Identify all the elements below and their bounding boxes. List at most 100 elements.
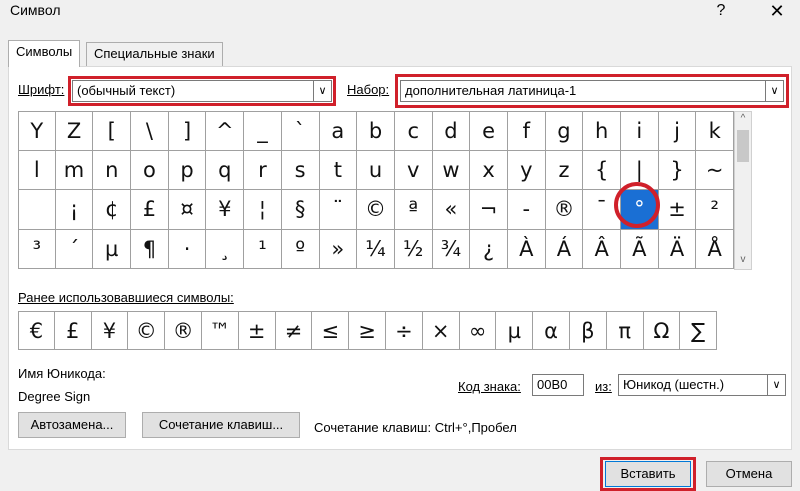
- symbol-cell[interactable]: £: [131, 190, 169, 230]
- symbol-cell[interactable]: À: [507, 229, 546, 269]
- recent-symbol-cell[interactable]: α: [533, 311, 570, 350]
- recent-symbol-cell[interactable]: ™: [201, 311, 239, 350]
- insert-button[interactable]: Вставить: [605, 461, 691, 487]
- symbol-cell[interactable]: w: [432, 150, 471, 190]
- recent-symbol-cell[interactable]: ∞: [459, 311, 497, 350]
- symbol-cell[interactable]: ³: [18, 229, 56, 269]
- symbol-cell[interactable]: ]: [168, 111, 207, 151]
- symbol-cell[interactable]: b: [357, 111, 395, 151]
- symbol-grid-scrollbar[interactable]: ^ v: [734, 111, 752, 270]
- symbol-cell[interactable]: »: [319, 229, 358, 269]
- symbol-cell[interactable]: }: [658, 150, 697, 190]
- tab-special-characters[interactable]: Специальные знаки: [86, 42, 223, 66]
- symbol-cell[interactable]: ¾: [432, 229, 471, 269]
- shortcut-key-button[interactable]: Сочетание клавиш...: [142, 412, 300, 438]
- symbol-cell[interactable]: «: [432, 190, 471, 230]
- symbol-cell[interactable]: Ä: [658, 229, 697, 269]
- recent-symbol-cell[interactable]: µ: [496, 311, 534, 350]
- symbol-cell[interactable]: ²: [696, 190, 735, 230]
- chevron-down-icon[interactable]: ∨: [765, 81, 783, 101]
- recent-symbol-cell[interactable]: £: [54, 311, 92, 350]
- symbol-cell[interactable]: ¼: [357, 229, 395, 269]
- symbol-cell[interactable]: d: [432, 111, 471, 151]
- symbol-cell[interactable]: µ: [93, 229, 132, 269]
- symbol-cell[interactable]: Á: [545, 229, 584, 269]
- recent-symbol-cell[interactable]: ≥: [349, 311, 386, 350]
- symbol-cell[interactable]: Z: [55, 111, 94, 151]
- symbol-cell[interactable]: º: [281, 229, 320, 269]
- symbol-cell[interactable]: ¡: [55, 190, 94, 230]
- symbol-cell[interactable]: ¤: [168, 190, 207, 230]
- recent-symbol-cell[interactable]: ©: [128, 311, 166, 350]
- close-button[interactable]: ✕: [760, 0, 794, 24]
- symbol-cell[interactable]: t: [319, 150, 358, 190]
- symbol-cell[interactable]: Y: [18, 111, 56, 151]
- help-button[interactable]: ?: [704, 0, 738, 24]
- font-select[interactable]: (обычный текст) ∨: [72, 80, 332, 102]
- recent-symbol-cell[interactable]: β: [569, 311, 607, 350]
- symbol-cell[interactable]: ^: [206, 111, 245, 151]
- symbol-cell[interactable]: y: [507, 150, 546, 190]
- symbol-cell[interactable]: -: [507, 190, 546, 230]
- autocorrect-button[interactable]: Автозамена...: [18, 412, 126, 438]
- recent-symbol-cell[interactable]: Ω: [643, 311, 681, 350]
- recent-symbol-cell[interactable]: ®: [165, 311, 202, 350]
- symbol-cell[interactable]: i: [621, 111, 659, 151]
- recent-symbol-cell[interactable]: π: [606, 311, 644, 350]
- symbol-cell[interactable]: _: [244, 111, 282, 151]
- scrollbar-thumb[interactable]: [737, 130, 749, 162]
- symbol-cell[interactable]: e: [470, 111, 508, 151]
- symbol-cell[interactable]: [18, 190, 56, 230]
- symbol-cell[interactable]: ·: [168, 229, 207, 269]
- subset-select[interactable]: дополнительная латиница-1 ∨: [400, 80, 784, 102]
- symbol-cell[interactable]: Å: [696, 229, 735, 269]
- symbol-cell[interactable]: ½: [394, 229, 433, 269]
- symbol-cell[interactable]: ´: [55, 229, 94, 269]
- symbol-cell[interactable]: o: [131, 150, 169, 190]
- symbol-cell[interactable]: v: [394, 150, 433, 190]
- symbol-cell[interactable]: n: [93, 150, 132, 190]
- symbol-cell[interactable]: ±: [658, 190, 697, 230]
- symbol-cell[interactable]: ¹: [244, 229, 282, 269]
- symbol-cell[interactable]: q: [206, 150, 245, 190]
- symbol-cell[interactable]: a: [319, 111, 358, 151]
- symbol-cell[interactable]: ¢: [93, 190, 132, 230]
- symbol-cell[interactable]: k: [696, 111, 735, 151]
- symbol-cell[interactable]: {: [583, 150, 621, 190]
- symbol-cell[interactable]: m: [55, 150, 94, 190]
- symbol-cell[interactable]: j: [658, 111, 697, 151]
- symbol-cell[interactable]: ®: [545, 190, 584, 230]
- recent-symbol-cell[interactable]: €: [18, 311, 55, 350]
- symbol-cell[interactable]: ª: [394, 190, 433, 230]
- symbol-cell[interactable]: c: [394, 111, 433, 151]
- from-select[interactable]: Юникод (шестн.) ∨: [618, 374, 786, 396]
- symbol-cell[interactable]: §: [281, 190, 320, 230]
- recent-symbol-cell[interactable]: ×: [422, 311, 460, 350]
- symbol-cell[interactable]: s: [281, 150, 320, 190]
- symbol-cell[interactable]: ©: [357, 190, 395, 230]
- symbol-cell[interactable]: ¿: [470, 229, 508, 269]
- symbol-cell[interactable]: u: [357, 150, 395, 190]
- chevron-down-icon[interactable]: ∨: [313, 81, 331, 101]
- symbol-cell[interactable]: f: [507, 111, 546, 151]
- symbol-cell[interactable]: h: [583, 111, 621, 151]
- chevron-down-icon[interactable]: ∨: [767, 375, 785, 395]
- char-code-input[interactable]: 00B0: [532, 374, 584, 396]
- recent-symbol-cell[interactable]: ≠: [275, 311, 313, 350]
- symbol-cell[interactable]: Â: [583, 229, 621, 269]
- recent-symbol-cell[interactable]: ÷: [385, 311, 423, 350]
- symbol-cell[interactable]: x: [470, 150, 508, 190]
- symbol-cell[interactable]: ¬: [470, 190, 508, 230]
- cancel-button[interactable]: Отмена: [706, 461, 792, 487]
- symbol-cell[interactable]: z: [545, 150, 584, 190]
- symbol-cell[interactable]: \: [131, 111, 169, 151]
- recent-symbol-cell[interactable]: ±: [238, 311, 276, 350]
- tab-symbols[interactable]: Символы: [8, 40, 81, 67]
- symbol-cell[interactable]: ~: [696, 150, 735, 190]
- recent-symbol-cell[interactable]: ≤: [312, 311, 350, 350]
- symbol-cell[interactable]: [: [93, 111, 132, 151]
- scroll-down-icon[interactable]: v: [735, 254, 751, 265]
- recent-symbol-cell[interactable]: ∑: [680, 311, 718, 350]
- symbol-cell[interactable]: l: [18, 150, 56, 190]
- symbol-cell[interactable]: ¨: [319, 190, 358, 230]
